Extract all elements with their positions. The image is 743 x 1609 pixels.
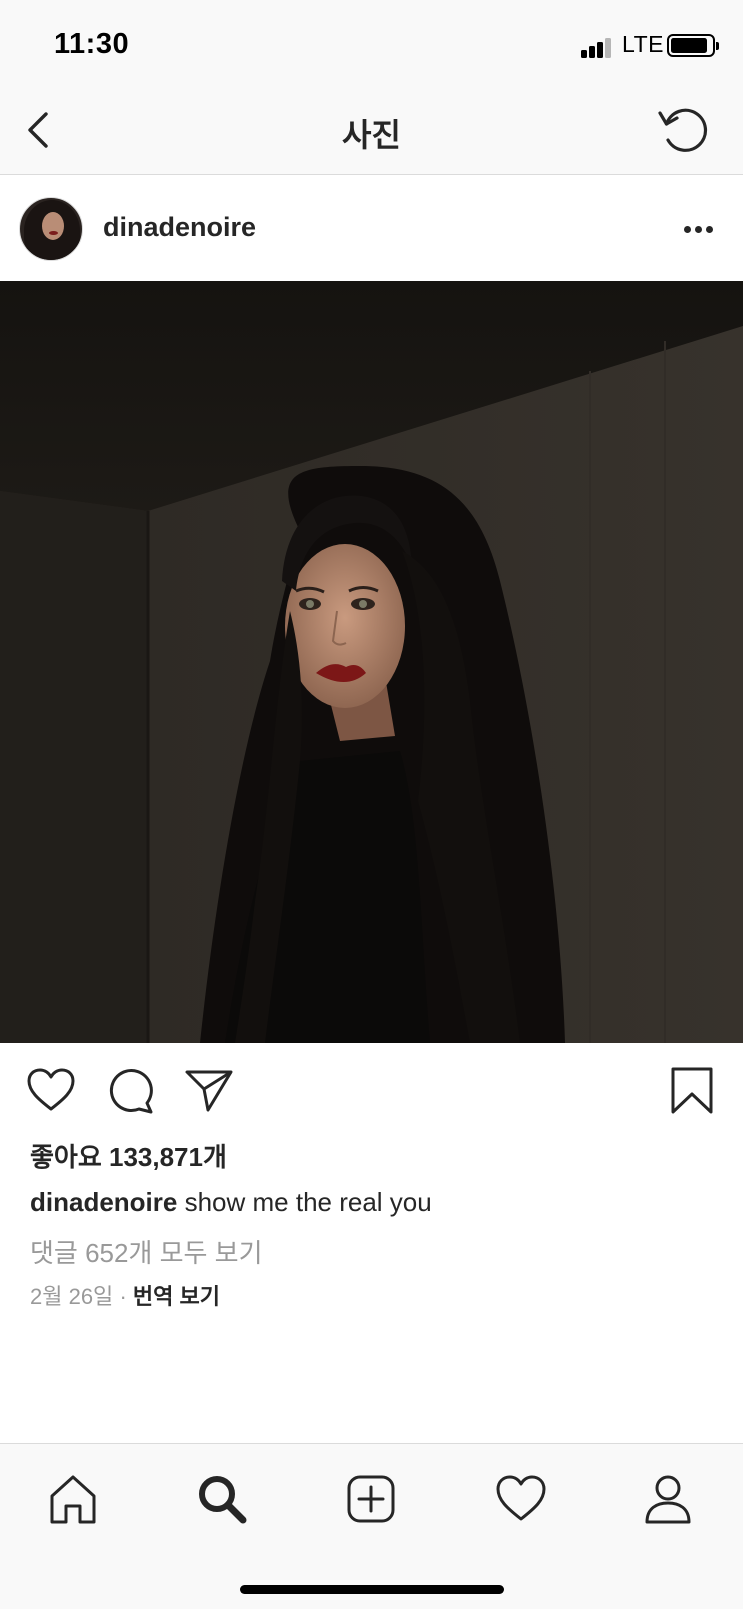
bookmark-icon [671,1067,713,1114]
meta-separator: · [119,1284,127,1309]
tab-new-post[interactable] [344,1472,398,1526]
refresh-icon [658,108,708,152]
tab-bar [0,1443,743,1609]
caption-username[interactable]: dinadenoire [30,1187,177,1217]
view-comments-link[interactable]: 댓글 652개 모두 보기 [30,1233,263,1270]
tab-profile[interactable] [641,1472,695,1526]
caption-text: show me the real you [184,1187,432,1217]
refresh-button[interactable] [656,103,712,159]
tab-search[interactable] [195,1472,249,1526]
page-title: 사진 [342,117,401,153]
signal-strength-icon [581,36,613,58]
heart-icon [27,1068,75,1111]
avatar[interactable] [19,197,83,261]
save-button[interactable] [670,1066,714,1116]
post-photo[interactable] [0,281,743,1043]
activity-heart-icon [496,1475,546,1521]
post-date: 2월 26일 [30,1284,114,1309]
navigation-bar: 사진 [0,90,743,175]
search-icon [199,1476,247,1524]
comment-icon [109,1069,153,1114]
caption: dinadenoire show me the real you [30,1187,432,1218]
like-button[interactable] [26,1067,76,1113]
tab-home[interactable] [46,1472,100,1526]
status-time: 11:30 [54,28,130,60]
translate-link[interactable]: 번역 보기 [133,1284,220,1309]
network-type: LTE [622,31,664,57]
profile-icon [645,1475,691,1524]
share-button[interactable] [184,1067,234,1113]
post-username[interactable]: dinadenoire [103,212,256,243]
comment-button[interactable] [106,1067,156,1115]
battery-icon [667,34,719,57]
post-header: dinadenoire [0,175,743,281]
add-post-icon [347,1475,395,1523]
more-options-button[interactable] [678,215,720,243]
status-bar: 11:30 LTE [0,0,743,90]
home-icon [50,1475,96,1524]
send-icon [185,1070,233,1112]
portrait-photo [0,281,743,1043]
home-indicator[interactable] [240,1585,504,1594]
like-count[interactable]: 좋아요 133,871개 [30,1137,227,1174]
tab-activity[interactable] [494,1472,548,1526]
post-meta: 2월 26일 · 번역 보기 [30,1279,220,1311]
